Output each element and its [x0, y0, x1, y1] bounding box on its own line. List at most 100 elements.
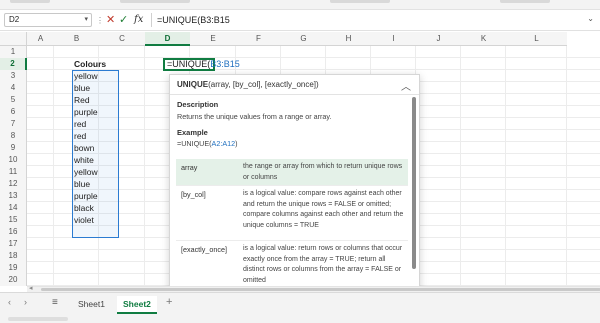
column-header-b[interactable]: B [54, 32, 99, 46]
next-sheet-icon[interactable]: › [24, 297, 27, 307]
ribbon-ghost [10, 0, 50, 3]
column-header-f[interactable]: F [236, 32, 281, 46]
arg-row-by-col: [by_col] is a logical value: compare row… [176, 186, 408, 240]
column-header-g[interactable]: G [281, 32, 326, 46]
row-header-5[interactable]: 5 [0, 94, 27, 106]
ribbon-ghost [500, 0, 550, 3]
colour-cell[interactable]: white [74, 154, 94, 166]
row-header-1[interactable]: 1 [0, 46, 27, 58]
add-sheet-icon[interactable]: + [166, 296, 172, 308]
colour-cell[interactable]: red [74, 118, 86, 130]
function-signature: UNIQUE(array, [by_col], [exactly_once]) [177, 80, 319, 89]
column-header-h[interactable]: H [326, 32, 371, 46]
colour-cell[interactable]: blue [74, 82, 90, 94]
example-suffix: ) [235, 139, 238, 148]
row-header-12[interactable]: 12 [0, 178, 27, 190]
more-options-icon[interactable]: ⋮ [96, 16, 105, 25]
row-header-6[interactable]: 6 [0, 106, 27, 118]
row-header-4[interactable]: 4 [0, 82, 27, 94]
colour-cell[interactable]: bown [74, 142, 94, 154]
row-header-18[interactable]: 18 [0, 250, 27, 262]
column-header-a[interactable]: A [27, 32, 54, 46]
ribbon-ghost [120, 0, 190, 3]
row-gridline [27, 57, 600, 58]
column-header-c[interactable]: C [99, 32, 145, 46]
colours-header-cell[interactable]: Colours [74, 58, 106, 70]
previous-sheet-icon[interactable]: ‹ [8, 297, 11, 307]
example-prefix: =UNIQUE( [177, 139, 212, 148]
colour-cell[interactable]: purple [74, 190, 98, 202]
row-header-13[interactable]: 13 [0, 190, 27, 202]
column-gridline [460, 46, 461, 286]
active-cell-prefix: =UNIQUE( [167, 59, 211, 69]
scrollbar-thumb[interactable] [41, 288, 600, 291]
sheet-tab-bar: ‹ › ≡ Sheet1 Sheet2 + [0, 292, 600, 315]
column-header-l[interactable]: L [506, 32, 567, 46]
arg-name: array [181, 163, 198, 172]
arg-description: is a logical value: return rows or colum… [243, 245, 403, 284]
colour-cell[interactable]: purple [74, 106, 98, 118]
row-header-3[interactable]: 3 [0, 70, 27, 82]
column-header-k[interactable]: K [461, 32, 506, 46]
row-header-8[interactable]: 8 [0, 130, 27, 142]
colour-cell[interactable]: red [74, 130, 86, 142]
arg-name: [by_col] [181, 190, 206, 199]
example-heading: Example [177, 128, 208, 137]
row-header-20[interactable]: 20 [0, 274, 27, 286]
column-gridline [53, 46, 54, 286]
tab-sheet2[interactable]: Sheet2 [117, 296, 157, 314]
tooltip-scrollbar[interactable] [412, 97, 416, 269]
column-gridline [505, 46, 506, 286]
function-tooltip: UNIQUE(array, [by_col], [exactly_once]) … [169, 74, 420, 298]
column-header-j[interactable]: J [416, 32, 461, 46]
row-header-10[interactable]: 10 [0, 154, 27, 166]
arg-description: the range or array from which to return … [243, 163, 403, 181]
colour-cell[interactable]: violet [74, 214, 94, 226]
row-header-19[interactable]: 19 [0, 262, 27, 274]
insert-function-icon[interactable]: fx [134, 13, 143, 27]
arg-row-array: array the range or array from which to r… [176, 159, 408, 185]
example-range-ref: A2:A12 [211, 139, 236, 148]
column-header-e[interactable]: E [190, 32, 236, 46]
active-cell-text: =UNIQUE(B3:B15 [167, 58, 240, 71]
row-header-16[interactable]: 16 [0, 226, 27, 238]
colour-cell[interactable]: yellow [74, 166, 98, 178]
function-name: UNIQUE [177, 80, 209, 89]
colour-cell[interactable]: yellow [74, 70, 98, 82]
row-header-17[interactable]: 17 [0, 238, 27, 250]
chevron-down-icon[interactable]: ▾ [84, 14, 88, 26]
description-heading: Description [177, 100, 219, 109]
arg-description: is a logical value: compare rows against… [243, 190, 404, 229]
status-ghost [8, 317, 68, 321]
example-formula: =UNIQUE(A2:A12) [177, 139, 238, 148]
ribbon-strip [0, 0, 600, 10]
select-all-corner[interactable] [0, 32, 27, 46]
column-header-d[interactable]: D [145, 32, 190, 46]
all-sheets-icon[interactable]: ≡ [52, 297, 58, 308]
formula-divider [151, 13, 152, 27]
name-box[interactable]: D2 ▾ [4, 13, 92, 27]
row-header-14[interactable]: 14 [0, 202, 27, 214]
enter-icon[interactable]: ✓ [119, 13, 128, 27]
row-header-11[interactable]: 11 [0, 166, 27, 178]
column-header-i[interactable]: I [371, 32, 416, 46]
colour-cell[interactable]: Red [74, 94, 90, 106]
expand-formula-bar-icon[interactable]: ⌄ [587, 14, 594, 23]
row-header-15[interactable]: 15 [0, 214, 27, 226]
active-cell-range-ref: B3:B15 [210, 59, 240, 69]
row-header-9[interactable]: 9 [0, 142, 27, 154]
arg-name: [exactly_once] [181, 245, 227, 254]
chevron-up-icon[interactable]: ︿ [401, 78, 411, 93]
row-header-2[interactable]: 2 [0, 58, 27, 70]
row-header-7[interactable]: 7 [0, 118, 27, 130]
function-args: (array, [by_col], [exactly_once]) [208, 80, 319, 89]
column-gridline [144, 46, 145, 286]
formula-bar: D2 ▾ ⋮ ✕ ✓ fx =UNIQUE(B3:B15 ⌄ [0, 10, 600, 31]
formula-input[interactable]: =UNIQUE(B3:B15 [157, 13, 230, 27]
colour-cell[interactable]: black [74, 202, 94, 214]
colour-cell[interactable]: blue [74, 178, 90, 190]
tab-sheet1[interactable]: Sheet1 [72, 296, 111, 312]
cancel-icon[interactable]: ✕ [106, 13, 115, 27]
description-text: Returns the unique values from a range o… [177, 112, 332, 121]
scroll-left-icon[interactable]: ◂ [29, 284, 33, 292]
